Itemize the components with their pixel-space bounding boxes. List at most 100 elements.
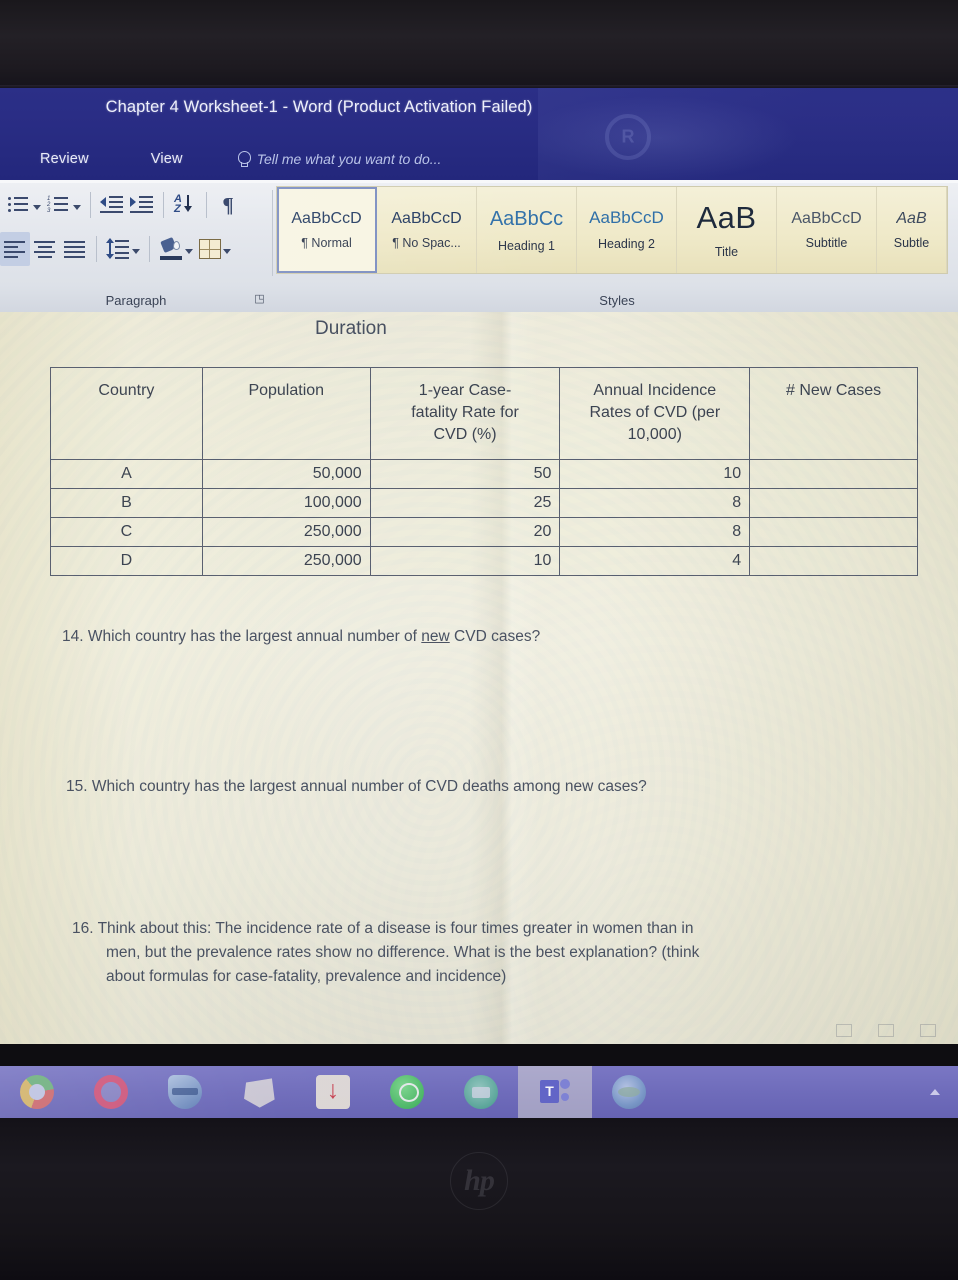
taskbar-item-chrome[interactable]: [0, 1066, 74, 1118]
line-spacing-button[interactable]: [103, 232, 143, 266]
table-row: C 250,000 20 8: [50, 517, 918, 547]
question-15: 15. Which country has the largest annual…: [66, 778, 647, 795]
style-item-heading-1[interactable]: AaBbCc Heading 1: [477, 187, 577, 273]
column-header-population: Population: [201, 367, 371, 460]
taskbar-item-blue-app[interactable]: [148, 1066, 222, 1118]
question-16-line-3: about formulas for case-fatality, preval…: [106, 968, 507, 986]
numbering-button[interactable]: 1 2 3: [44, 188, 84, 222]
tell-me-label: Tell me what you want to do...: [256, 151, 442, 167]
cell-population: 250,000: [201, 546, 371, 576]
style-label: Heading 2: [598, 236, 655, 251]
increase-indent-button[interactable]: [127, 188, 157, 222]
windows-taskbar: [0, 1066, 958, 1118]
cell-case-fatality-rate: 10: [369, 546, 561, 576]
white-app-icon: [244, 1078, 275, 1108]
decrease-indent-button[interactable]: [97, 188, 127, 222]
numbering-icon: 1 2 3: [47, 194, 71, 216]
read-mode-view-icon[interactable]: [878, 1024, 894, 1037]
cell-country: A: [50, 459, 203, 489]
question-14: 14. Which country has the largest annual…: [62, 625, 540, 649]
paragraph-dialog-launcher[interactable]: ◳: [253, 293, 266, 306]
web-layout-view-icon[interactable]: [920, 1024, 936, 1037]
pilcrow-icon: ¶: [222, 192, 234, 217]
cell-population: 250,000: [201, 517, 371, 547]
style-preview: AaBbCcD: [791, 209, 862, 227]
align-left-button[interactable]: [0, 232, 30, 266]
table-row: B 100,000 25 8: [50, 488, 918, 518]
cell-incidence-rate: 8: [559, 517, 751, 547]
shading-dropdown-icon[interactable]: [185, 248, 193, 254]
align-center-button[interactable]: [30, 232, 60, 266]
line-spacing-icon: [106, 238, 130, 260]
taskbar-item-opera[interactable]: [74, 1066, 148, 1118]
document-page[interactable]: Duration Country Population 1-year Case-…: [0, 312, 958, 1044]
shading-button[interactable]: [156, 232, 196, 266]
taskbar-item-globe[interactable]: [592, 1066, 666, 1118]
lightbulb-icon: [237, 150, 251, 168]
column-header-country: Country: [50, 367, 203, 460]
bullets-button[interactable]: [4, 188, 44, 222]
question-14-text-post: CVD cases?: [449, 628, 541, 645]
style-item-heading-2[interactable]: AaBbCcD Heading 2: [577, 187, 677, 273]
view-mode-buttons[interactable]: [836, 1024, 936, 1037]
style-preview: AaBbCcD: [291, 209, 362, 227]
bullets-dropdown-icon[interactable]: [33, 204, 41, 210]
style-item-no-spacing[interactable]: AaBbCcD ¶ No Spac...: [377, 187, 477, 273]
style-item-subtitle[interactable]: AaBbCcD Subtitle: [777, 187, 877, 273]
align-justify-button[interactable]: [60, 232, 90, 266]
table-row: A 50,000 50 10: [50, 459, 918, 489]
cell-new-cases: [749, 546, 918, 576]
tell-me-search[interactable]: Tell me what you want to do...: [237, 150, 442, 168]
style-item-title[interactable]: AaB Title: [677, 187, 777, 273]
ribbon-group-styles: AaBbCcD ¶ Normal AaBbCcD ¶ No Spac... Aa…: [276, 182, 958, 312]
divider: [96, 236, 97, 262]
sort-button[interactable]: AZ: [170, 188, 200, 222]
styles-group-label: Styles: [599, 293, 635, 308]
column-header-case-fatality-rate: 1-year Case- fatality Rate for CVD (%): [369, 367, 561, 460]
cvd-data-table: Country Population 1-year Case- fatality…: [50, 367, 918, 576]
window-title: Chapter 4 Worksheet-1 - Word (Product Ac…: [105, 98, 533, 116]
taskbar-item-teams[interactable]: [518, 1066, 592, 1118]
taskbar-item-acrobat[interactable]: [296, 1066, 370, 1118]
styles-gallery[interactable]: AaBbCcD ¶ Normal AaBbCcD ¶ No Spac... Aa…: [276, 186, 948, 274]
line-spacing-dropdown-icon[interactable]: [132, 248, 140, 254]
borders-dropdown-icon[interactable]: [223, 248, 231, 254]
column-header-new-cases: # New Cases: [749, 367, 918, 460]
tab-review[interactable]: Review: [30, 147, 99, 171]
cell-case-fatality-rate: 25: [369, 488, 561, 518]
style-item-normal[interactable]: AaBbCcD ¶ Normal: [277, 187, 377, 273]
style-item-subtle-emphasis[interactable]: AaB Subtle: [877, 187, 947, 273]
increase-indent-icon: [130, 194, 154, 216]
show-hidden-icons-icon[interactable]: [930, 1089, 940, 1095]
cell-new-cases: [749, 488, 918, 518]
align-justify-icon: [63, 238, 87, 260]
taskbar-item-white-app[interactable]: [222, 1066, 296, 1118]
cell-population: 100,000: [201, 488, 371, 518]
column-header-annual-incidence-rate: Annual Incidence Rates of CVD (per 10,00…: [559, 367, 751, 460]
style-label: ¶ No Spac...: [392, 236, 461, 251]
ribbon: 1 2 3 A Z ¶ Paragraph ◳ AaBbCcD ¶ Normal…: [0, 180, 958, 312]
hp-logo: hp: [450, 1152, 508, 1210]
paragraph-row-1: 1 2 3 A Z ¶: [4, 188, 243, 222]
numbering-dropdown-icon[interactable]: [73, 204, 81, 210]
cell-country: D: [50, 546, 203, 576]
cell-case-fatality-rate: 50: [369, 459, 561, 489]
paragraph-row-2: [0, 232, 234, 266]
tab-view[interactable]: View: [141, 147, 193, 171]
print-layout-view-icon[interactable]: [836, 1024, 852, 1037]
table-header-row: Country Population 1-year Case- fatality…: [50, 367, 918, 460]
opera-icon: [94, 1075, 128, 1109]
cell-incidence-rate: 10: [559, 459, 751, 489]
borders-button[interactable]: [196, 232, 234, 266]
ribbon-group-paragraph: 1 2 3 A Z ¶ Paragraph ◳: [0, 182, 272, 312]
style-preview: AaBbCcD: [589, 209, 664, 228]
style-preview: AaB: [696, 201, 757, 236]
question-16-line-2: men, but the prevalence rates show no di…: [106, 944, 700, 962]
paragraph-group-label: Paragraph: [105, 293, 167, 308]
taskbar-item-whatsapp[interactable]: [370, 1066, 444, 1118]
taskbar-item-green-app[interactable]: [444, 1066, 518, 1118]
word-title-bar: R Chapter 4 Worksheet-1 - Word (Product …: [0, 88, 958, 180]
table-body: A 50,000 50 10 B 100,000 25 8 C 250,000 …: [50, 459, 918, 576]
chrome-icon: [20, 1075, 54, 1109]
show-formatting-marks-button[interactable]: ¶: [213, 188, 243, 222]
